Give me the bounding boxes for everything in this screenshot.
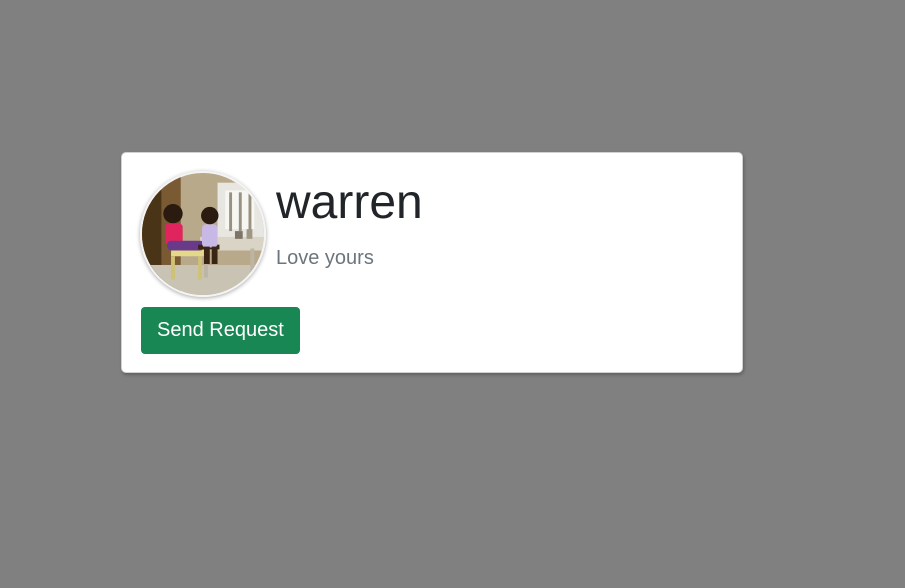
- avatar: [140, 171, 266, 297]
- send-request-button[interactable]: Send Request: [141, 307, 300, 354]
- profile-bio: Love yours: [276, 247, 374, 269]
- profile-card: warren Love yours Send Request: [121, 152, 743, 373]
- avatar-photo: [142, 173, 264, 295]
- profile-username: warren: [276, 176, 423, 229]
